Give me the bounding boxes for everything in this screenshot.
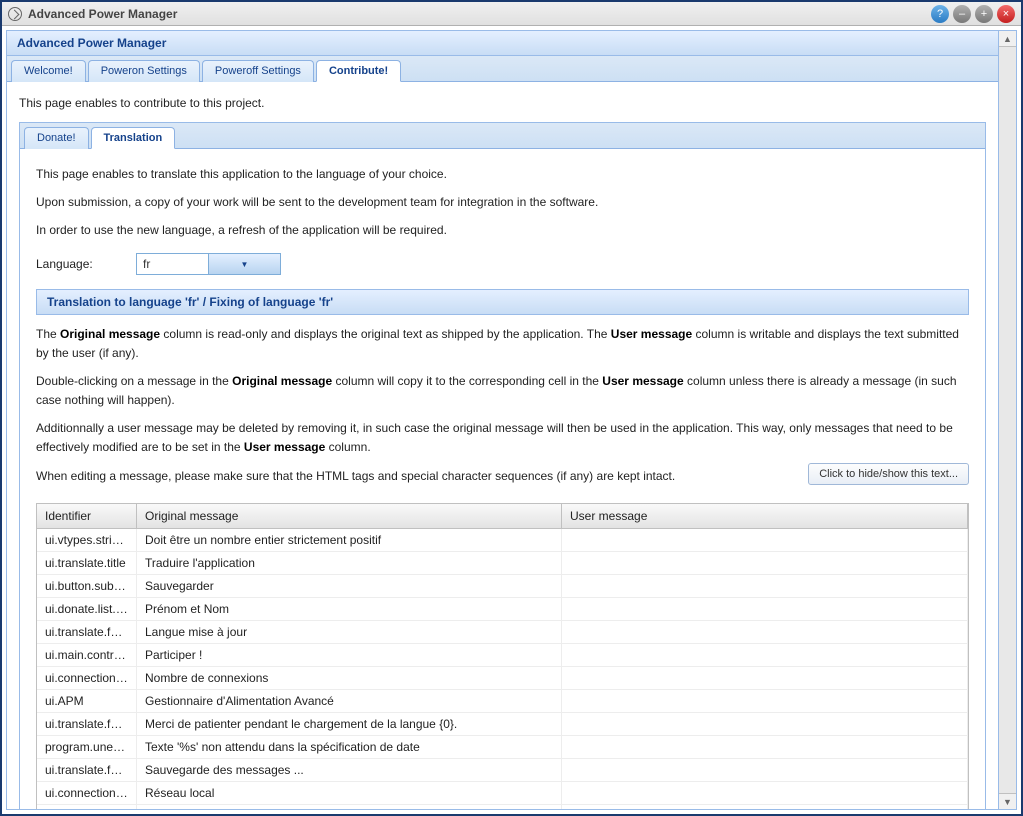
- cell-user[interactable]: [562, 759, 968, 781]
- cell-original[interactable]: Sauvegarder: [137, 575, 562, 597]
- tab-welcome[interactable]: Welcome!: [11, 60, 86, 82]
- help-p1: The Original message column is read-only…: [36, 325, 969, 362]
- cell-user[interactable]: [562, 552, 968, 574]
- cell-identifier: ui.translate.for...: [37, 759, 137, 781]
- cell-identifier: ui.button.submi...: [37, 575, 137, 597]
- close-button[interactable]: ×: [997, 5, 1015, 23]
- cell-identifier: ui.APM: [37, 690, 137, 712]
- table-row[interactable]: ui.APMGestionnaire d'Alimentation Avancé: [37, 690, 968, 713]
- table-row[interactable]: ui.vtypes.strictI...Doit être un nombre …: [37, 529, 968, 552]
- col-user[interactable]: User message: [562, 504, 968, 528]
- cell-original[interactable]: Langue mise à jour: [137, 621, 562, 643]
- translation-section-header: Translation to language 'fr' / Fixing of…: [36, 289, 969, 315]
- cell-user[interactable]: [562, 782, 968, 804]
- cell-user[interactable]: [562, 575, 968, 597]
- translate-p3: In order to use the new language, a refr…: [36, 221, 969, 239]
- cell-original[interactable]: Nombre de connexions: [137, 667, 562, 689]
- cell-user[interactable]: [562, 598, 968, 620]
- help-button[interactable]: ?: [931, 5, 949, 23]
- scrollbar[interactable]: ▲ ▼: [999, 30, 1017, 810]
- cell-user[interactable]: [562, 690, 968, 712]
- app-window: Advanced Power Manager ? – + × Advanced …: [0, 0, 1023, 816]
- app-icon: [8, 7, 22, 21]
- main-panel: Advanced Power Manager Welcome! Poweron …: [6, 30, 999, 810]
- help-p3: Additionnally a user message may be dele…: [36, 419, 969, 456]
- intro-text: This page enables to contribute to this …: [19, 94, 986, 112]
- cell-identifier: program.unexp...: [37, 736, 137, 758]
- grid-header: Identifier Original message User message: [37, 504, 968, 529]
- cell-user[interactable]: [562, 644, 968, 666]
- scroll-down-icon[interactable]: ▼: [999, 793, 1016, 809]
- col-identifier[interactable]: Identifier: [37, 504, 137, 528]
- table-row[interactable]: ui.button.submi...Sauvegarder: [37, 575, 968, 598]
- table-row[interactable]: ui.donate.descr...Le développement de ce…: [37, 805, 968, 809]
- cell-original[interactable]: Prénom et Nom: [137, 598, 562, 620]
- tab-content: This page enables to contribute to this …: [7, 82, 998, 809]
- col-original[interactable]: Original message: [137, 504, 562, 528]
- table-row[interactable]: ui.donate.list.na...Prénom et Nom: [37, 598, 968, 621]
- help-text: The Original message column is read-only…: [36, 325, 969, 485]
- cell-original[interactable]: Réseau local: [137, 782, 562, 804]
- cell-original[interactable]: Le développement de cette application a …: [137, 805, 562, 809]
- table-row[interactable]: program.unexp...Texte '%s' non attendu d…: [37, 736, 968, 759]
- main-tabstrip: Welcome! Poweron Settings Poweroff Setti…: [7, 56, 998, 82]
- translation-grid: Identifier Original message User message…: [36, 503, 969, 809]
- table-row[interactable]: ui.connections....Nombre de connexions: [37, 667, 968, 690]
- language-row: Language: fr ▼: [36, 253, 969, 275]
- table-row[interactable]: ui.translate.titleTraduire l'application: [37, 552, 968, 575]
- cell-identifier: ui.vtypes.strictI...: [37, 529, 137, 551]
- language-combo[interactable]: fr ▼: [136, 253, 281, 275]
- cell-user[interactable]: [562, 713, 968, 735]
- table-row[interactable]: ui.translate.for...Langue mise à jour: [37, 621, 968, 644]
- grid-body: ui.vtypes.strictI...Doit être un nombre …: [37, 529, 968, 809]
- cell-original[interactable]: Participer !: [137, 644, 562, 666]
- cell-original[interactable]: Sauvegarde des messages ...: [137, 759, 562, 781]
- cell-identifier: ui.main.contrib...: [37, 644, 137, 666]
- table-row[interactable]: ui.connections.l...Réseau local: [37, 782, 968, 805]
- tab-poweron[interactable]: Poweron Settings: [88, 60, 200, 82]
- workarea: Advanced Power Manager Welcome! Poweron …: [2, 26, 1021, 814]
- tab-donate[interactable]: Donate!: [24, 127, 89, 149]
- help-p4: When editing a message, please make sure…: [36, 467, 969, 486]
- translate-p1: This page enables to translate this appl…: [36, 165, 969, 183]
- cell-identifier: ui.translate.for...: [37, 621, 137, 643]
- table-row[interactable]: ui.translate.for...Merci de patienter pe…: [37, 713, 968, 736]
- cell-user[interactable]: [562, 805, 968, 809]
- language-value: fr: [137, 257, 208, 271]
- scroll-up-icon[interactable]: ▲: [999, 31, 1016, 47]
- cell-original[interactable]: Gestionnaire d'Alimentation Avancé: [137, 690, 562, 712]
- cell-user[interactable]: [562, 621, 968, 643]
- panel-title: Advanced Power Manager: [7, 31, 998, 56]
- sub-tabstrip: Donate! Translation: [20, 123, 985, 149]
- sub-panel: Donate! Translation This page enables to…: [19, 122, 986, 809]
- maximize-button[interactable]: +: [975, 5, 993, 23]
- titlebar: Advanced Power Manager ? – + ×: [2, 2, 1021, 26]
- table-row[interactable]: ui.main.contrib...Participer !: [37, 644, 968, 667]
- cell-original[interactable]: Texte '%s' non attendu dans la spécifica…: [137, 736, 562, 758]
- help-p2: Double-clicking on a message in the Orig…: [36, 372, 969, 409]
- cell-identifier: ui.donate.descr...: [37, 805, 137, 809]
- cell-identifier: ui.translate.for...: [37, 713, 137, 735]
- chevron-down-icon[interactable]: ▼: [208, 254, 280, 274]
- cell-identifier: ui.connections.l...: [37, 782, 137, 804]
- toggle-help-button[interactable]: Click to hide/show this text...: [808, 463, 969, 485]
- cell-original[interactable]: Traduire l'application: [137, 552, 562, 574]
- cell-original[interactable]: Doit être un nombre entier strictement p…: [137, 529, 562, 551]
- cell-identifier: ui.donate.list.na...: [37, 598, 137, 620]
- cell-user[interactable]: [562, 667, 968, 689]
- minimize-button[interactable]: –: [953, 5, 971, 23]
- tab-contribute[interactable]: Contribute!: [316, 60, 401, 82]
- translation-content: This page enables to translate this appl…: [20, 149, 985, 809]
- cell-user[interactable]: [562, 529, 968, 551]
- cell-user[interactable]: [562, 736, 968, 758]
- cell-identifier: ui.connections....: [37, 667, 137, 689]
- tab-poweroff[interactable]: Poweroff Settings: [202, 60, 314, 82]
- cell-original[interactable]: Merci de patienter pendant le chargement…: [137, 713, 562, 735]
- language-label: Language:: [36, 257, 136, 271]
- window-title: Advanced Power Manager: [28, 7, 927, 21]
- tab-translation[interactable]: Translation: [91, 127, 176, 149]
- table-row[interactable]: ui.translate.for...Sauvegarde des messag…: [37, 759, 968, 782]
- translate-p2: Upon submission, a copy of your work wil…: [36, 193, 969, 211]
- cell-identifier: ui.translate.title: [37, 552, 137, 574]
